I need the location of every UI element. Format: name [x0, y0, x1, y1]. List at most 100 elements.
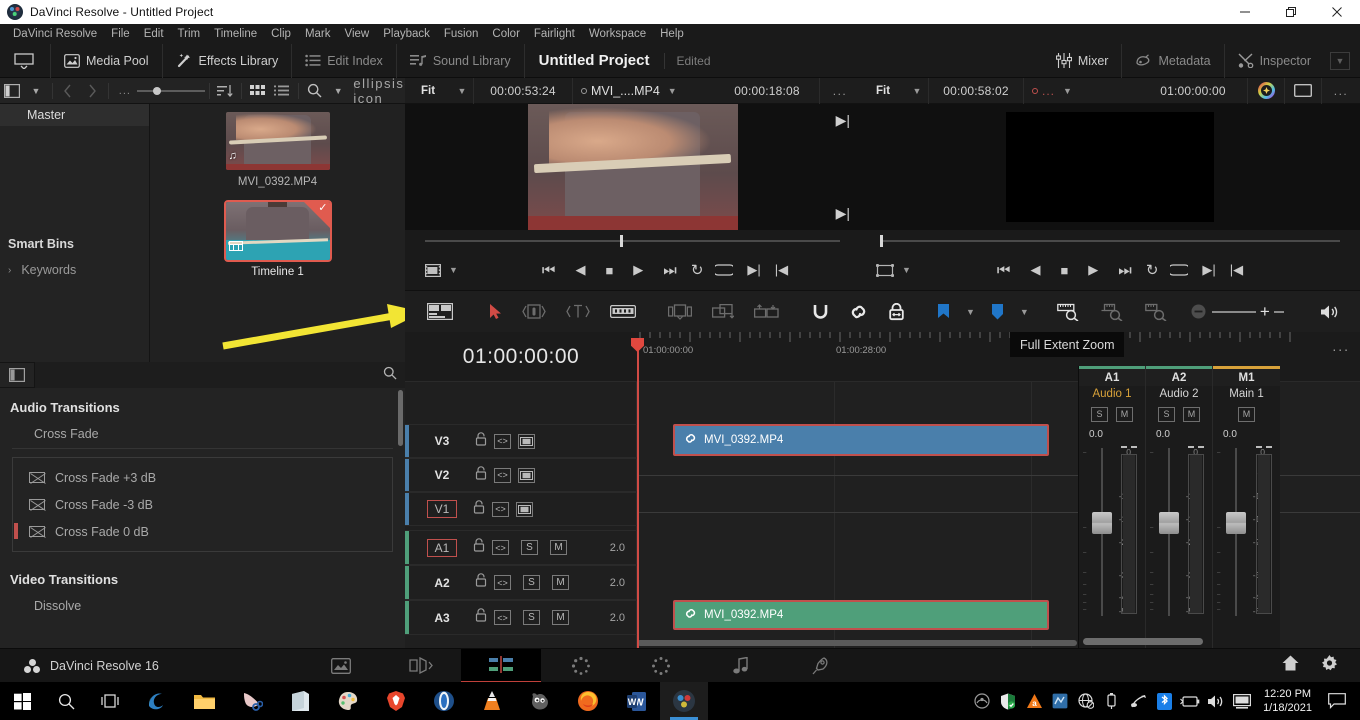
lock-icon[interactable]	[475, 465, 487, 485]
notification-icon[interactable]	[1320, 682, 1354, 720]
next-edit-icon[interactable]: ▶|	[1202, 254, 1215, 286]
edge-dev-icon[interactable]	[132, 682, 180, 720]
play-reverse-icon[interactable]: ◀	[575, 254, 585, 286]
menu-mark[interactable]: Mark	[298, 24, 338, 44]
panel-toggle-icon[interactable]	[0, 362, 34, 388]
auto-select-icon[interactable]: <>	[494, 433, 511, 449]
chevron-left-icon[interactable]	[56, 78, 80, 104]
avast-icon[interactable]: a	[1021, 682, 1047, 720]
sort-icon[interactable]	[213, 78, 237, 104]
mute-button[interactable]: M	[550, 540, 567, 555]
track-thumbnail-icon[interactable]	[518, 433, 535, 449]
timeline-clip-selector[interactable]: ... ▼	[1024, 78, 1080, 104]
menu-timeline[interactable]: Timeline	[207, 24, 264, 44]
word-icon[interactable]: W W	[612, 682, 660, 720]
auto-select-icon[interactable]: <>	[494, 467, 511, 483]
source-zoom-value[interactable]: Fit	[405, 78, 451, 104]
auto-select-icon[interactable]: <>	[494, 575, 511, 590]
lock-icon[interactable]	[473, 538, 485, 557]
prev-edit-icon[interactable]: |◀	[775, 254, 788, 286]
prev-edit-icon[interactable]: |◀	[1230, 254, 1243, 286]
safe-area-dropdown-icon[interactable]: ▼	[894, 254, 919, 286]
flag-icon[interactable]	[927, 291, 960, 333]
store-icon[interactable]	[276, 682, 324, 720]
effects-library-button[interactable]: Effects Library	[163, 44, 292, 78]
source-zoom-dropdown-icon[interactable]: ▼	[451, 78, 473, 104]
color-wheel-icon[interactable]	[1248, 78, 1284, 104]
solo-button[interactable]: S	[1091, 406, 1108, 422]
strip-name-a1[interactable]: Audio 1	[1079, 386, 1145, 402]
menu-edit[interactable]: Edit	[137, 24, 171, 44]
menu-fusion[interactable]: Fusion	[437, 24, 486, 44]
menu-davinci-resolve[interactable]: DaVinci Resolve	[6, 24, 104, 44]
minimize-icon[interactable]	[1222, 0, 1268, 24]
timeline-zoom-value[interactable]: Fit	[860, 78, 906, 104]
auto-select-icon[interactable]: <>	[492, 501, 509, 517]
zoom-in-icon[interactable]: +	[1256, 291, 1274, 333]
timeline-options-icon[interactable]: ...	[1322, 78, 1360, 104]
timeline-zoom-dropdown-icon[interactable]: ▼	[906, 78, 928, 104]
volume-icon[interactable]	[1203, 682, 1229, 720]
jump-to-in-icon[interactable]: ▶|	[836, 112, 850, 129]
loop-icon[interactable]: ↻	[691, 254, 704, 286]
menu-file[interactable]: File	[104, 24, 137, 44]
davinci-resolve-icon[interactable]	[660, 682, 708, 720]
track-header-v3[interactable]: V3 <>	[405, 424, 637, 458]
media-pool-dropdown-icon[interactable]: ▼	[24, 78, 48, 104]
gain-value-a2[interactable]: 0.0	[1146, 426, 1212, 440]
track-name-v2[interactable]: V2	[419, 468, 465, 482]
track-header-v2[interactable]: V2 <>	[405, 458, 637, 492]
media-pool-item[interactable]: ✓ Timeline 1	[150, 200, 405, 278]
effects-search-field[interactable]	[34, 362, 405, 388]
gimp-icon[interactable]	[516, 682, 564, 720]
list-item[interactable]: Cross Fade -3 dB	[13, 491, 392, 518]
auto-select-icon[interactable]: <>	[494, 610, 511, 625]
ellipsis-icon[interactable]: ellipsis-icon	[353, 76, 408, 106]
thumbnail-size-slider[interactable]	[136, 78, 205, 104]
brave-icon[interactable]	[372, 682, 420, 720]
timeline-scrubber[interactable]	[880, 235, 1340, 247]
panel-toggle-icon[interactable]	[0, 78, 24, 104]
security-icon[interactable]	[995, 682, 1021, 720]
lock-icon[interactable]	[475, 573, 487, 592]
fusion-page-button[interactable]	[541, 649, 621, 683]
loop-range-icon[interactable]	[1170, 254, 1189, 286]
razor-edit-icon[interactable]	[600, 291, 646, 333]
track-name-v1[interactable]: V1	[427, 500, 457, 518]
toolbar-toggle-icon[interactable]	[405, 291, 463, 333]
jump-to-end-icon[interactable]: ⏭	[663, 254, 677, 286]
list-item[interactable]: Cross Fade +3 dB	[13, 464, 392, 491]
search-icon[interactable]	[383, 366, 397, 385]
track-header-v1[interactable]: V1 <>	[405, 492, 637, 526]
home-panel-icon[interactable]	[0, 44, 50, 78]
media-pool-button[interactable]: Media Pool	[51, 44, 162, 78]
marker-dropdown-icon[interactable]: ▼	[1014, 307, 1035, 317]
menu-clip[interactable]: Clip	[264, 24, 298, 44]
play-icon[interactable]: ▶	[1088, 254, 1098, 286]
lock-icon[interactable]	[475, 431, 487, 451]
effects-scrollbar[interactable]	[398, 390, 403, 446]
replace-clip-icon[interactable]	[744, 291, 790, 333]
trim-edit-mode-icon[interactable]	[512, 291, 556, 333]
insert-clip-icon[interactable]	[658, 291, 702, 333]
gain-value-m1[interactable]: 0.0	[1213, 426, 1280, 440]
usb-icon[interactable]	[1099, 682, 1125, 720]
hidden-icons-icon[interactable]	[969, 682, 995, 720]
mute-button[interactable]: M	[552, 610, 569, 625]
menu-fairlight[interactable]: Fairlight	[527, 24, 582, 44]
mixer-horizontal-scrollbar[interactable]	[1083, 638, 1203, 645]
menu-workspace[interactable]: Workspace	[582, 24, 653, 44]
detail-zoom-icon[interactable]	[1091, 291, 1135, 333]
list-item-selected[interactable]: Cross Fade 0 dB	[13, 518, 392, 545]
mute-button[interactable]: M	[552, 575, 569, 590]
safe-area-icon[interactable]	[860, 254, 894, 286]
search-input[interactable]	[43, 368, 383, 382]
timeline-scrub-playhead[interactable]	[880, 235, 883, 247]
timeline-current-timecode[interactable]: 01:00:00:00	[405, 332, 637, 382]
safe-area-icon[interactable]	[1285, 78, 1321, 104]
timeline-clip-video[interactable]: MVI_0392.MP4	[673, 424, 1049, 456]
mixer-strip-m1[interactable]: M1 Main 1 M 0.0 – – – – – – – – 0 -5 -	[1213, 366, 1280, 648]
gear-icon[interactable]	[1321, 654, 1338, 677]
solo-button[interactable]: S	[1158, 406, 1175, 422]
source-clip-selector[interactable]: MVI_....MP4 ▼	[573, 78, 685, 104]
